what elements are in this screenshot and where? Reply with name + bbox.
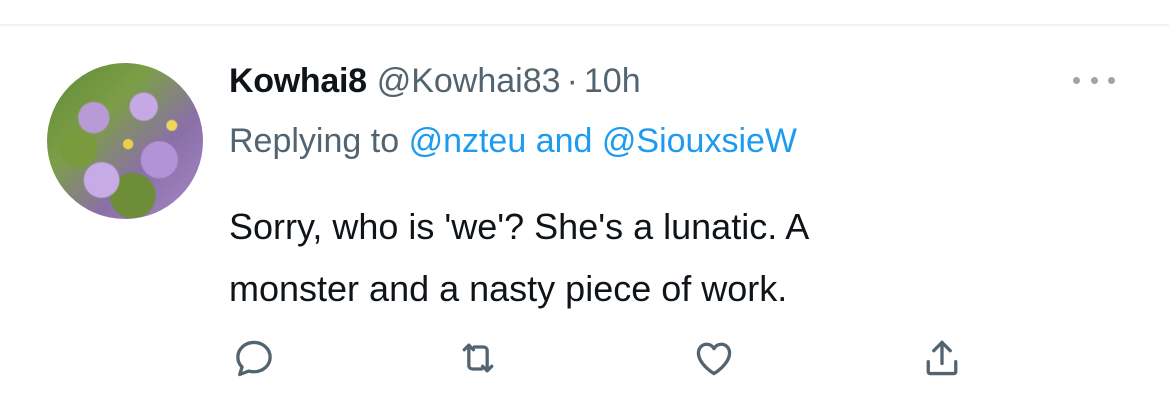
reply-conjunction: and: [535, 122, 593, 160]
avatar[interactable]: [47, 63, 203, 219]
replying-to-label: Replying to: [229, 122, 400, 160]
tweet-header: Kowhai8 @Kowhai83 · 10h: [229, 62, 641, 106]
retweet-button[interactable]: [454, 334, 502, 382]
reply-icon: [236, 340, 272, 377]
more-horizontal-icon[interactable]: [1073, 70, 1115, 90]
share-button[interactable]: [918, 334, 966, 382]
heart-icon: [696, 342, 732, 376]
replying-to: Replying to @nzteu and @SiouxsieW: [229, 122, 797, 161]
tweet[interactable]: Kowhai8 @Kowhai83 · 10h Replying to @nzteu …: [0, 0, 1169, 413]
display-name[interactable]: Kowhai8: [229, 62, 367, 100]
tweet-text-line: Sorry, who is 'we'? She's a lunatic. A: [229, 206, 810, 247]
separator-dot: ·: [566, 62, 578, 100]
like-button[interactable]: [690, 334, 738, 382]
retweet-icon: [462, 343, 494, 373]
share-icon: [926, 340, 958, 376]
reply-mention-nzteu[interactable]: @nzteu: [409, 122, 527, 160]
user-handle[interactable]: @Kowhai83: [377, 62, 561, 100]
tweet-text: Sorry, who is 'we'? She's a lunatic. A m…: [229, 196, 1029, 320]
timestamp[interactable]: 10h: [584, 62, 641, 100]
reply-mention-siouxsiew[interactable]: @SiouxsieW: [602, 122, 797, 160]
tweet-text-line: monster and a nasty piece of work.: [229, 268, 788, 309]
reply-button[interactable]: [230, 334, 278, 382]
